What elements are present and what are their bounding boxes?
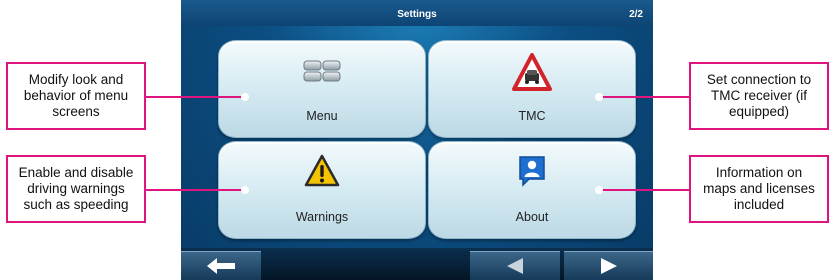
callout-dot-warnings: [241, 186, 249, 194]
tmc-tile-button[interactable]: TMC: [428, 40, 636, 138]
callout-dot-tmc: [595, 93, 603, 101]
menu-tile-label: Menu: [306, 109, 338, 123]
leader-line-warnings: [146, 189, 245, 191]
callout-dot-menu: [241, 93, 249, 101]
leader-line-about: [599, 189, 689, 191]
callout-menu-description: Modify look and behavior of menu screens: [6, 62, 146, 130]
callout-tmc-description: Set connection to TMC receiver (if equip…: [689, 62, 829, 130]
warnings-tile-label: Warnings: [295, 210, 349, 224]
warnings-tile-button[interactable]: Warnings: [218, 141, 426, 239]
menu-tile-button[interactable]: Menu: [218, 40, 426, 138]
callout-warnings-description: Enable and disable driving warnings such…: [6, 155, 146, 223]
previous-page-button[interactable]: [470, 251, 560, 280]
about-person-icon: [517, 154, 547, 193]
next-page-button[interactable]: [564, 251, 653, 280]
page-indicator: 2/2: [629, 9, 643, 20]
menu-grid-icon: [302, 53, 342, 92]
settings-screen: Settings 2/2 Menu TMC Warnings About: [181, 0, 653, 280]
title-bar: Settings 2/2: [181, 0, 653, 26]
tmc-traffic-warning-icon: [512, 53, 552, 98]
callout-dot-about: [595, 186, 603, 194]
tmc-tile-label: TMC: [518, 109, 546, 123]
leader-line-tmc: [599, 96, 689, 98]
back-button[interactable]: [181, 251, 261, 280]
leader-line-menu: [146, 96, 245, 98]
callout-about-description: Information on maps and licenses include…: [689, 155, 829, 223]
about-tile-label: About: [515, 210, 549, 224]
screen-title: Settings: [397, 9, 437, 20]
warning-triangle-icon: [304, 154, 340, 193]
